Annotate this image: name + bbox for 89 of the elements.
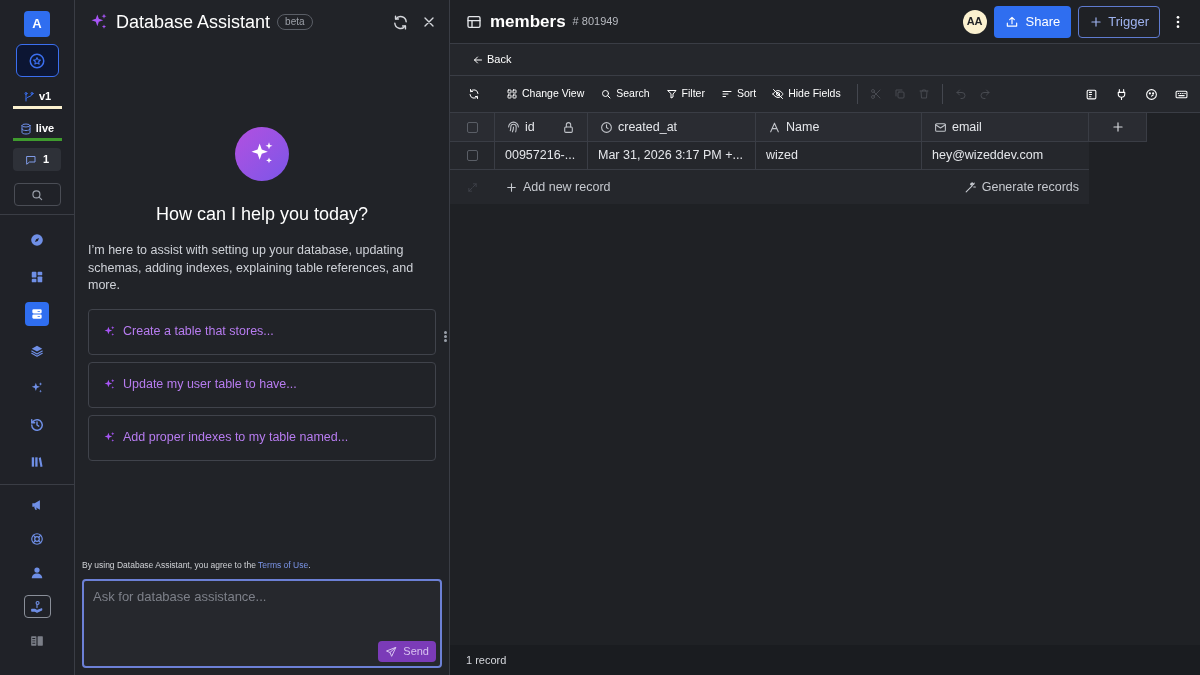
expand-icon <box>467 181 478 193</box>
search-icon <box>30 187 44 202</box>
compass-icon <box>30 233 44 247</box>
redo-icon <box>978 88 991 100</box>
comments-button[interactable]: 1 <box>13 148 61 171</box>
table-title: members <box>490 10 566 33</box>
comment-icon <box>24 153 37 166</box>
send-icon <box>385 645 398 658</box>
column-header[interactable]: id <box>495 113 588 141</box>
copy-icon <box>893 88 906 100</box>
table-cell-text: hey@wizeddev.com <box>932 147 1044 165</box>
resize-handle[interactable] <box>444 331 447 342</box>
dashboard-icon <box>30 270 44 284</box>
heading: How can I help you today? <box>155 203 369 226</box>
magic-wand-icon <box>963 180 977 194</box>
lock-icon <box>562 120 575 134</box>
branch-icon <box>22 90 35 103</box>
add-record-button[interactable]: Add new record <box>495 177 621 197</box>
table-cell-text: wized <box>766 147 798 165</box>
record-count: 1 record <box>466 652 507 668</box>
select-all-checkbox[interactable] <box>466 121 478 133</box>
sparkles-icon <box>103 378 116 391</box>
refresh-icon <box>392 13 409 31</box>
sparkles-icon <box>103 325 116 338</box>
text-icon <box>768 120 781 134</box>
upload-icon <box>1004 14 1019 29</box>
toolbar-button[interactable]: Change View <box>500 82 591 106</box>
history-icon <box>30 418 44 432</box>
toolbar-button[interactable]: Hide Fields <box>766 82 847 106</box>
table-id: # 801949 <box>572 14 619 30</box>
column-header[interactable]: created_at <box>588 113 756 141</box>
table-cell-text: Mar 31, 2026 3:17 PM +... <box>598 147 743 165</box>
column-header[interactable]: email <box>922 113 1089 141</box>
suggestion-card[interactable]: Add proper indexes to my table named... <box>88 414 436 461</box>
sparkles-icon <box>30 381 44 395</box>
refresh-button[interactable] <box>392 13 409 31</box>
search-button[interactable] <box>13 183 61 206</box>
column-header[interactable]: Name <box>756 113 922 141</box>
suggestion-card[interactable]: Update my user table to have... <box>88 361 436 408</box>
search-icon <box>600 88 613 100</box>
add-column-button[interactable] <box>1110 120 1125 134</box>
fingerprint-icon <box>507 120 520 134</box>
suggestion-card[interactable]: Create a table that stores... <box>88 308 436 355</box>
table-icon <box>466 13 482 30</box>
undo-icon <box>954 88 967 100</box>
share-button[interactable]: Share <box>993 5 1072 38</box>
generate-records-button[interactable]: Generate records <box>963 177 1079 197</box>
environment-button[interactable]: live <box>12 119 62 141</box>
plus-icon <box>1089 14 1104 29</box>
clock-icon <box>600 120 613 134</box>
database-icon <box>30 307 44 321</box>
trash-icon <box>917 88 930 100</box>
arrow-left-icon <box>472 53 484 66</box>
library-icon <box>30 455 44 469</box>
plus-icon <box>1110 120 1125 134</box>
workspace-avatar[interactable]: A <box>24 11 50 37</box>
scissors-icon <box>869 88 882 100</box>
star-badge-icon <box>28 51 46 70</box>
sort-icon <box>720 88 733 100</box>
trigger-button[interactable]: Trigger <box>1078 5 1160 38</box>
layers-icon <box>30 344 44 358</box>
eye-off-icon <box>772 88 785 100</box>
book-icon <box>30 633 44 648</box>
database-icon <box>19 122 32 135</box>
user-icon <box>30 565 44 580</box>
disclaimer-text: By using Database Assistant, you agree to the Terms of Use. <box>82 559 312 572</box>
plus-icon <box>505 180 518 194</box>
nav-button[interactable] <box>23 595 51 618</box>
branch-button[interactable]: v1 <box>12 87 62 109</box>
toolbar-button[interactable]: Filter <box>659 82 711 106</box>
row-checkbox[interactable] <box>466 150 478 161</box>
table-cell-text: 00957216-... <box>505 147 576 165</box>
mail-icon <box>934 120 947 134</box>
refresh-icon <box>468 88 480 100</box>
back-button[interactable]: Back <box>472 51 512 68</box>
user-avatar[interactable]: AA <box>962 9 987 34</box>
panel-title: Database Assistant <box>116 10 271 34</box>
lifebuoy-icon <box>30 531 44 546</box>
send-button[interactable]: Send <box>378 641 436 662</box>
grid-icon <box>506 88 518 100</box>
toolbar-button[interactable]: Sort <box>714 82 763 106</box>
filter-icon <box>665 88 678 100</box>
workspace-button[interactable] <box>15 44 59 77</box>
nav-button[interactable] <box>25 302 49 326</box>
sidebar-icon <box>1084 87 1098 101</box>
toolbar-button[interactable]: Search <box>594 82 656 106</box>
sparkles-icon <box>103 431 116 444</box>
intro-text: I’m here to assist with setting up your database, updating schemas, adding indexes, explaining table references, and more. <box>88 242 415 294</box>
message-input[interactable]: Ask for database assistance... Send <box>82 579 442 668</box>
